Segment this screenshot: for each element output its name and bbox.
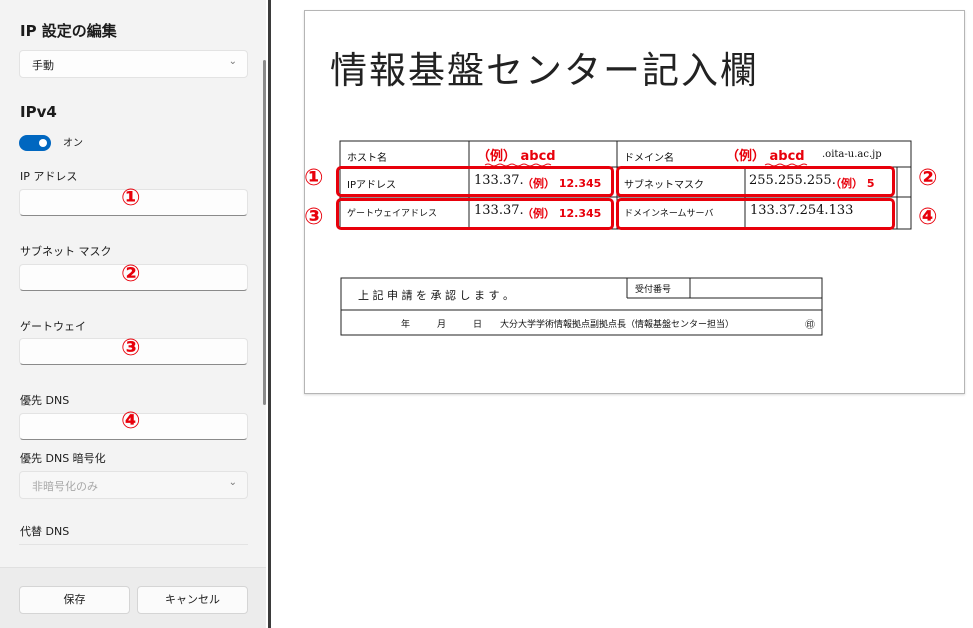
highlight-gateway	[336, 198, 614, 230]
seal-mark: ㊞	[805, 320, 815, 331]
highlight-subnet-mask	[616, 166, 895, 197]
host-name-example: （例） abcd	[477, 149, 556, 164]
date-signature-line: 年 月 日 大分大学学術情報拠点副拠点長（情報基盤センター担当）	[401, 320, 735, 330]
host-name-label: ホスト名	[347, 153, 387, 164]
screen: IP 設定の編集 手動 ⌄ IPv4 オン IP アドレス ① サブネット マス…	[0, 0, 973, 628]
form-table-lines	[339, 140, 912, 336]
domain-name-label: ドメイン名	[624, 153, 674, 164]
approval-text: 上 記 申 請 を 承 認 し ま す 。	[358, 289, 514, 302]
form-badge-3: ③	[304, 204, 324, 230]
domain-name-example: （例） abcd	[726, 149, 805, 164]
highlight-dns-server	[616, 198, 895, 230]
domain-suffix: .oita-u.ac.jp	[822, 149, 882, 160]
receipt-number-label: 受付番号	[635, 285, 672, 295]
highlight-ip-address	[336, 166, 614, 197]
form-badge-1: ①	[304, 165, 324, 191]
form-badge-4: ④	[918, 204, 938, 230]
form-badge-2: ②	[918, 165, 938, 191]
